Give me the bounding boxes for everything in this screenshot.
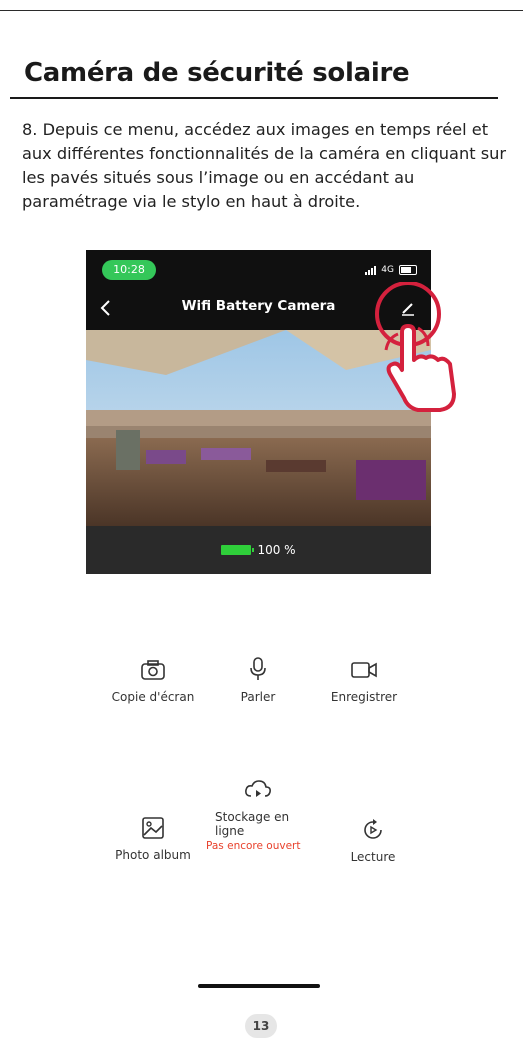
photo-album-button[interactable]: Photo album bbox=[98, 816, 208, 862]
photo-album-label: Photo album bbox=[115, 848, 191, 862]
cloud-icon bbox=[245, 780, 271, 797]
talk-button[interactable]: Parler bbox=[203, 656, 313, 704]
cloud-storage-button[interactable]: Stockage en ligne Pas encore ouvert bbox=[203, 778, 313, 852]
image-icon bbox=[142, 817, 164, 839]
record-button[interactable]: Enregistrer bbox=[309, 658, 419, 704]
top-rule bbox=[0, 10, 523, 11]
battery-indicator: 100 % bbox=[86, 526, 431, 574]
screenshot-button[interactable]: Copie d'écran bbox=[98, 658, 208, 704]
pointing-hand-icon bbox=[375, 281, 456, 412]
home-indicator bbox=[198, 984, 320, 988]
title-underline bbox=[10, 97, 498, 99]
pointing-hand-callout bbox=[368, 281, 468, 422]
playback-button[interactable]: Lecture bbox=[318, 818, 428, 864]
battery-status-icon bbox=[399, 265, 417, 275]
screenshot-label: Copie d'écran bbox=[111, 690, 195, 704]
cloud-storage-status: Pas encore ouvert bbox=[206, 840, 301, 852]
battery-icon bbox=[221, 545, 255, 555]
playback-icon bbox=[364, 819, 382, 839]
camera-icon bbox=[141, 660, 165, 680]
cloud-storage-label: Stockage en ligne bbox=[215, 810, 290, 838]
video-camera-icon bbox=[351, 662, 377, 678]
page-title: Caméra de sécurité solaire bbox=[24, 58, 410, 88]
signal-icon bbox=[365, 265, 377, 275]
record-label: Enregistrer bbox=[330, 690, 398, 704]
status-indicators: 4G bbox=[365, 262, 417, 278]
controls-panel: Copie d'écran Parler Enregistrer Photo a… bbox=[86, 574, 431, 980]
page-number: 13 bbox=[245, 1014, 277, 1038]
network-label: 4G bbox=[381, 265, 394, 275]
playback-label: Lecture bbox=[350, 850, 396, 864]
microphone-icon bbox=[250, 657, 266, 680]
battery-percent: 100 % bbox=[257, 543, 296, 557]
instruction-text: 8. Depuis ce menu, accédez aux images en… bbox=[22, 120, 507, 211]
status-time: 10:28 bbox=[102, 260, 156, 280]
talk-label: Parler bbox=[240, 690, 276, 704]
